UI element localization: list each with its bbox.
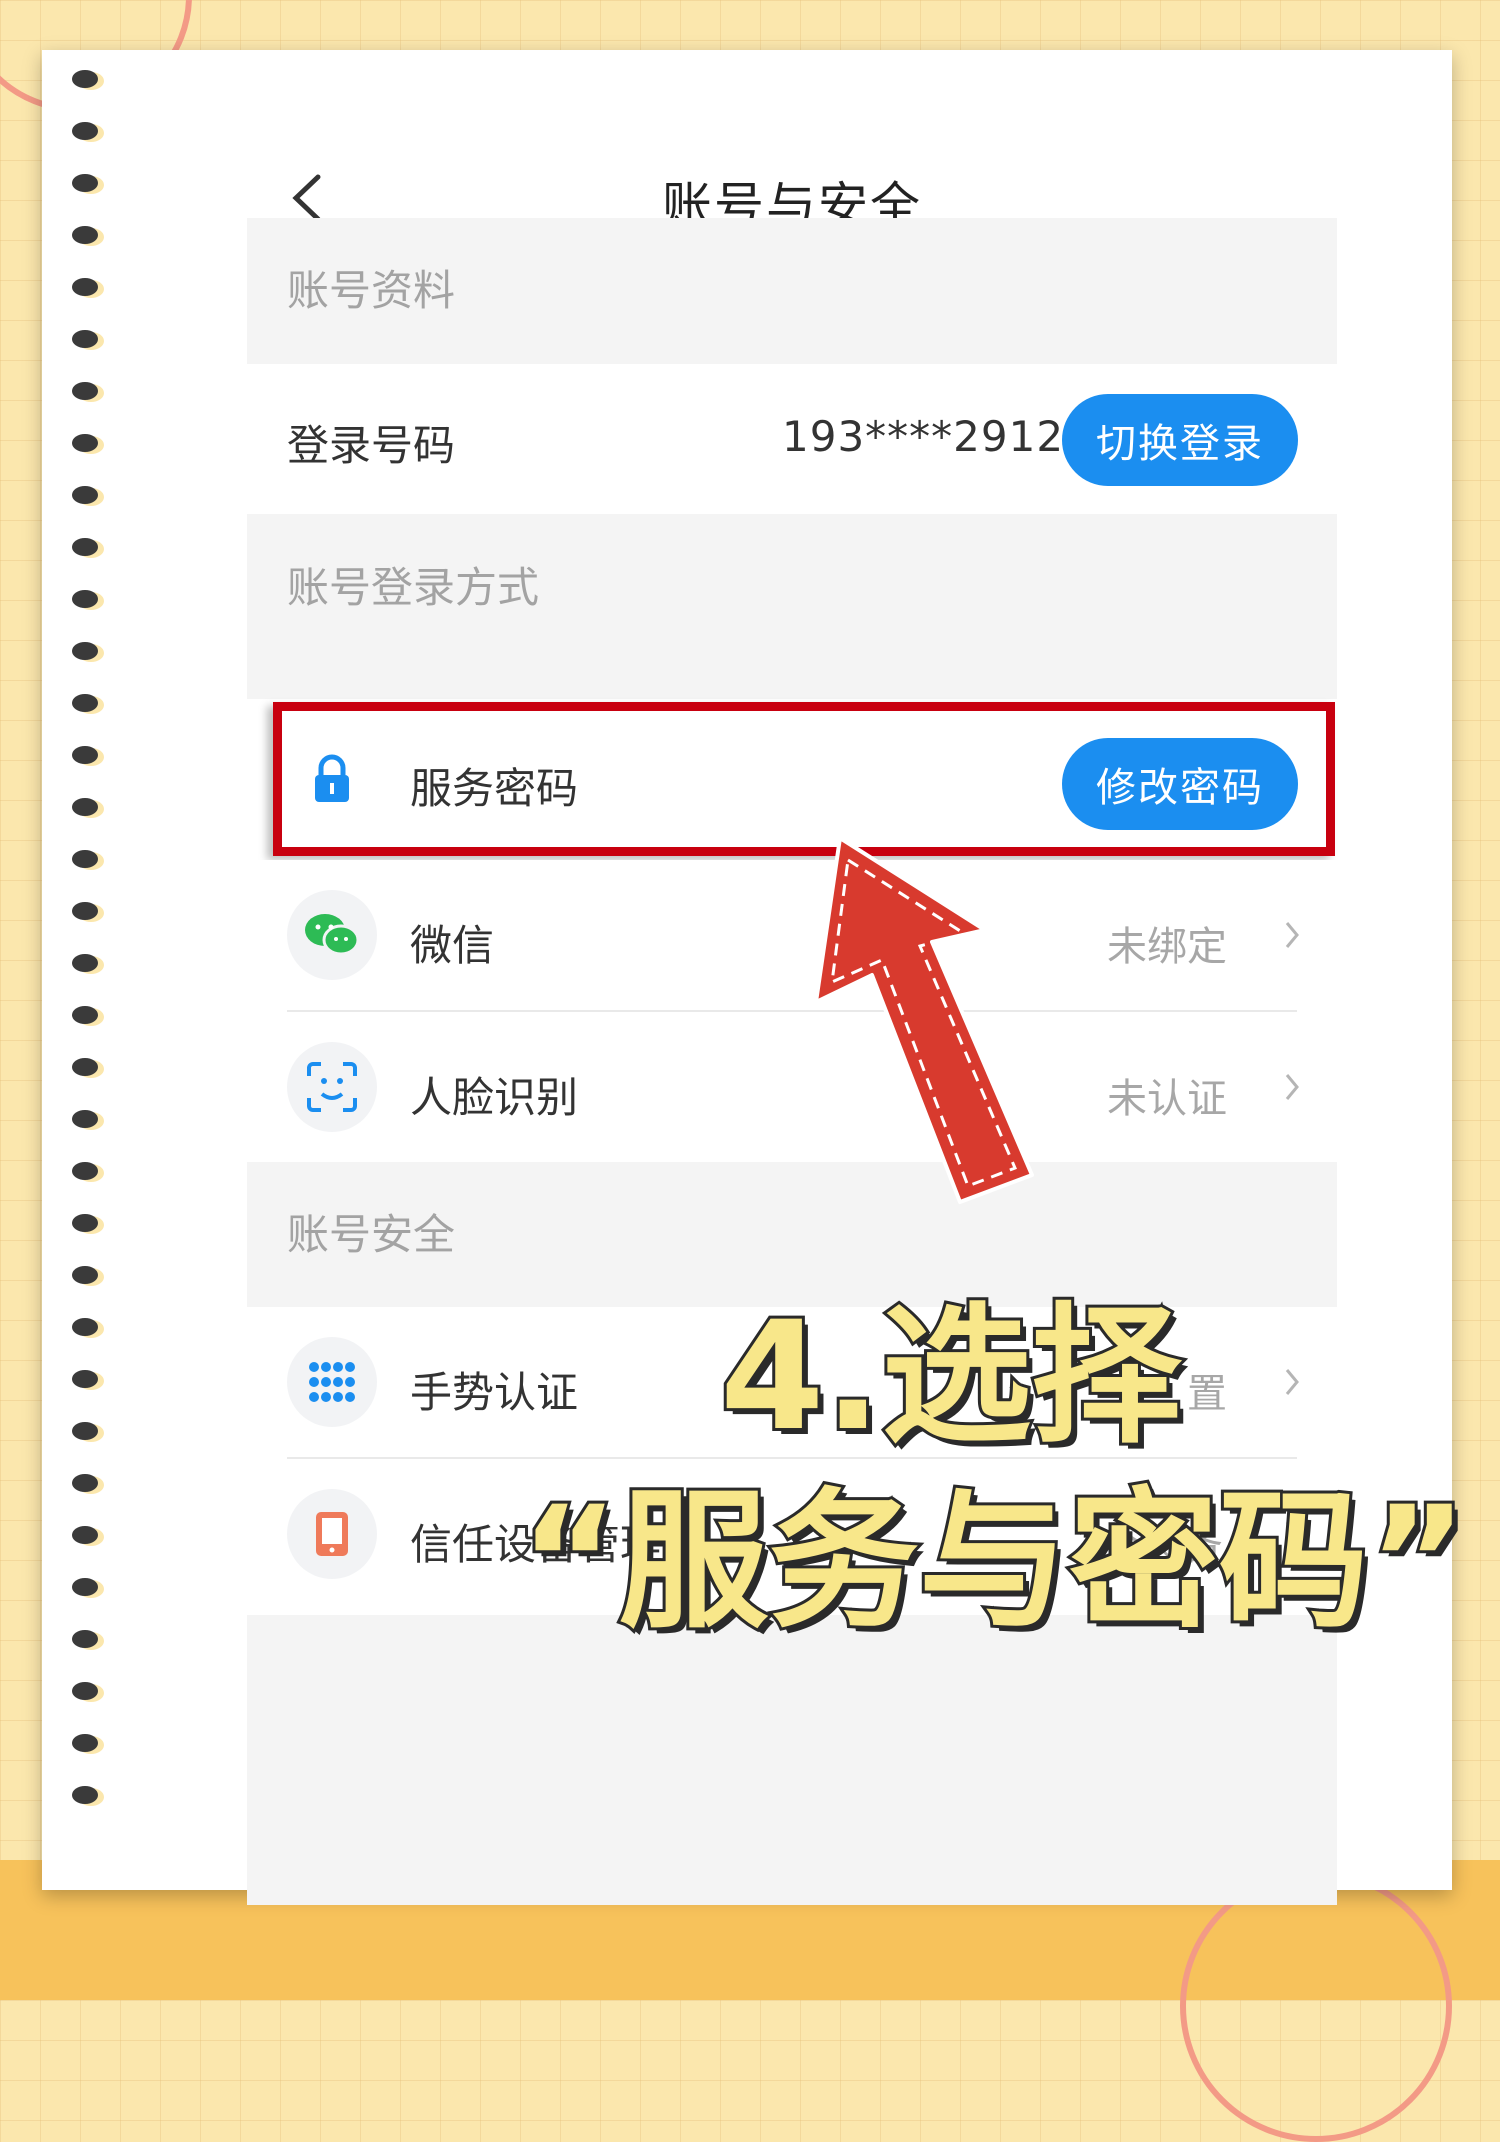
section-header-profile: 账号资料 (247, 218, 1337, 364)
section-title: 账号安全 (287, 1210, 456, 1259)
binding-hole (72, 850, 98, 868)
binding-hole (72, 694, 98, 712)
binding-hole (72, 1006, 98, 1024)
binding-hole (72, 1370, 98, 1388)
wechat-label: 微信 (410, 921, 495, 970)
arrow-pointer-icon (814, 836, 1034, 1204)
binding-hole (72, 1578, 98, 1596)
login-number-value: 193****2912 (782, 412, 1065, 461)
binding-hole (72, 1786, 98, 1804)
binding-hole (72, 1266, 98, 1284)
wechat-status: 未绑定 (1107, 924, 1227, 970)
decoration-curve (1180, 1870, 1452, 2142)
binding-hole (72, 278, 98, 296)
login-number-row: 登录号码 193****2912 切换登录 (247, 364, 1337, 514)
binding-hole (72, 122, 98, 140)
binding-hole (72, 486, 98, 504)
binding-hole (72, 746, 98, 764)
binding-hole (72, 1630, 98, 1648)
binding-hole (72, 70, 98, 88)
switch-login-button[interactable]: 切换登录 (1062, 394, 1298, 486)
gesture-auth-status: 置 (1187, 1371, 1227, 1417)
binding-hole (72, 902, 98, 920)
chevron-right-icon (1272, 915, 1312, 955)
section-header-login-methods: 账号登录方式 (247, 514, 1337, 699)
gesture-grid-icon (287, 1337, 377, 1427)
step-caption-line2: “服务与密码” (517, 1472, 1470, 1652)
binding-hole (72, 226, 98, 244)
section-title: 账号资料 (287, 266, 456, 315)
wechat-row[interactable]: 微信 未绑定 (247, 860, 1337, 1010)
face-recognition-row[interactable]: 人脸识别 未认证 (247, 1012, 1337, 1162)
binding-hole (72, 954, 98, 972)
binding-hole (72, 590, 98, 608)
binding-hole (72, 174, 98, 192)
chevron-right-icon (1272, 1362, 1312, 1402)
binding-hole (72, 1110, 98, 1128)
binding-hole (72, 538, 98, 556)
binding-hole (72, 1162, 98, 1180)
wechat-icon (287, 890, 377, 980)
binding-hole (72, 1526, 98, 1544)
binding-hole (72, 1214, 98, 1232)
face-recognition-status: 未认证 (1107, 1076, 1227, 1122)
binding-hole (72, 1058, 98, 1076)
chevron-right-icon (1272, 1067, 1312, 1107)
binding-hole (72, 642, 98, 660)
binding-hole (72, 1734, 98, 1752)
face-recognition-label: 人脸识别 (410, 1073, 579, 1122)
login-number-label: 登录号码 (287, 421, 456, 470)
binding-hole (72, 382, 98, 400)
binding-hole (72, 330, 98, 348)
binding-hole (72, 1422, 98, 1440)
binding-hole (72, 1318, 98, 1336)
binding-hole (72, 1474, 98, 1492)
binding-hole (72, 798, 98, 816)
empty-area (247, 1615, 1337, 1905)
device-icon (287, 1489, 377, 1579)
section-title: 账号登录方式 (287, 563, 540, 612)
gesture-auth-label: 手势认证 (410, 1368, 579, 1417)
notebook-holes (52, 70, 112, 1870)
binding-hole (72, 1682, 98, 1700)
face-id-icon (287, 1042, 377, 1132)
binding-hole (72, 434, 98, 452)
